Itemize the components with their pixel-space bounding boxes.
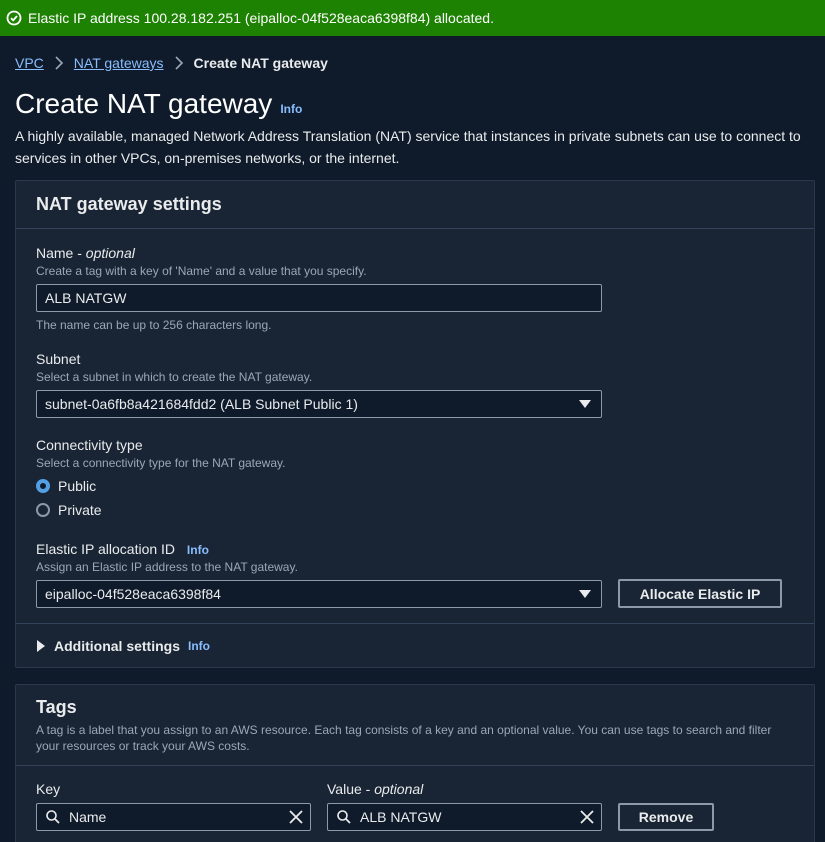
name-field-group: Name - optional Create a tag with a key …: [36, 245, 367, 278]
tag-value-value: ALB NATGW: [360, 809, 442, 825]
radio-checked-icon: [36, 479, 50, 493]
connectivity-field-group: Connectivity type Select a connectivity …: [36, 437, 285, 470]
eip-select[interactable]: eipalloc-04f528eaca6398f84: [36, 580, 602, 608]
page-description: A highly available, managed Network Addr…: [15, 128, 801, 166]
caret-down-icon: [579, 590, 591, 598]
subnet-select-value: subnet-0a6fb8a421684fdd2 (ALB Subnet Pub…: [45, 396, 358, 412]
success-banner: Elastic IP address 100.28.182.251 (eipal…: [0, 0, 825, 36]
radio-private[interactable]: Private: [36, 502, 102, 518]
page-info-link[interactable]: Info: [280, 102, 302, 116]
subnet-select[interactable]: subnet-0a6fb8a421684fdd2 (ALB Subnet Pub…: [36, 390, 602, 418]
radio-private-label: Private: [58, 502, 102, 518]
divider: [16, 623, 814, 624]
breadcrumb-nat-gateways-link[interactable]: NAT gateways: [74, 55, 164, 71]
name-description: Create a tag with a key of 'Name' and a …: [36, 264, 367, 278]
breadcrumb: VPC NAT gateways Create NAT gateway: [15, 54, 328, 72]
eip-info-link[interactable]: Info: [187, 543, 209, 557]
tag-key-value: Name: [69, 809, 107, 825]
chevron-right-icon: [54, 56, 64, 70]
search-icon: [336, 809, 352, 825]
eip-description: Assign an Elastic IP address to the NAT …: [36, 560, 298, 574]
eip-field-group: Elastic IP allocation ID Info Assign an …: [36, 541, 298, 574]
name-input-value: ALB NATGW: [45, 290, 127, 306]
settings-header: NAT gateway settings: [16, 181, 814, 229]
close-icon[interactable]: [288, 809, 304, 825]
page-title: Create NAT gateway: [15, 88, 273, 119]
chevron-right-icon: [174, 56, 184, 70]
subnet-description: Select a subnet in which to create the N…: [36, 370, 313, 384]
check-circle-icon: [6, 10, 22, 26]
tag-value-optional: optional: [374, 781, 424, 797]
connectivity-label: Connectivity type: [36, 437, 143, 453]
subnet-field-group: Subnet Select a subnet in which to creat…: [36, 351, 312, 384]
name-optional: optional: [85, 245, 135, 261]
close-icon[interactable]: [579, 809, 595, 825]
additional-settings-label: Additional settings: [54, 638, 180, 654]
banner-message: Elastic IP address 100.28.182.251 (eipal…: [28, 10, 494, 26]
name-input[interactable]: ALB NATGW: [36, 284, 602, 312]
caret-down-icon: [579, 400, 591, 408]
caret-right-icon: [36, 640, 46, 652]
radio-public[interactable]: Public: [36, 478, 96, 494]
radio-public-label: Public: [58, 478, 97, 494]
tag-value-label: Value -: [327, 781, 375, 797]
subnet-label: Subnet: [36, 351, 81, 367]
remove-tag-button[interactable]: Remove: [618, 803, 714, 831]
page-header: Create NAT gateway Info: [15, 88, 302, 120]
tags-header: Tags: [36, 697, 77, 717]
tag-key-input[interactable]: Name: [36, 803, 311, 831]
name-constraint: The name can be up to 256 characters lon…: [36, 318, 272, 332]
divider: [16, 765, 814, 766]
nat-gateway-settings-panel: NAT gateway settings Name - optional Cre…: [15, 180, 815, 668]
additional-info-link[interactable]: Info: [188, 639, 210, 653]
name-label: Name -: [36, 245, 86, 261]
eip-label: Elastic IP allocation ID: [36, 541, 176, 557]
tags-panel: Tags A tag is a label that you assign to…: [15, 684, 815, 842]
breadcrumb-vpc-link[interactable]: VPC: [15, 55, 44, 71]
allocate-elastic-ip-button[interactable]: Allocate Elastic IP: [618, 579, 782, 608]
eip-select-value: eipalloc-04f528eaca6398f84: [45, 586, 221, 602]
search-icon: [45, 809, 61, 825]
additional-settings-toggle[interactable]: Additional settings Info: [36, 638, 210, 654]
radio-unchecked-icon: [36, 503, 50, 517]
breadcrumb-current: Create NAT gateway: [193, 55, 328, 71]
tag-key-label: Key: [36, 781, 61, 797]
tag-value-input[interactable]: ALB NATGW: [327, 803, 602, 831]
tags-description: A tag is a label that you assign to an A…: [36, 723, 772, 753]
connectivity-description: Select a connectivity type for the NAT g…: [36, 456, 286, 470]
